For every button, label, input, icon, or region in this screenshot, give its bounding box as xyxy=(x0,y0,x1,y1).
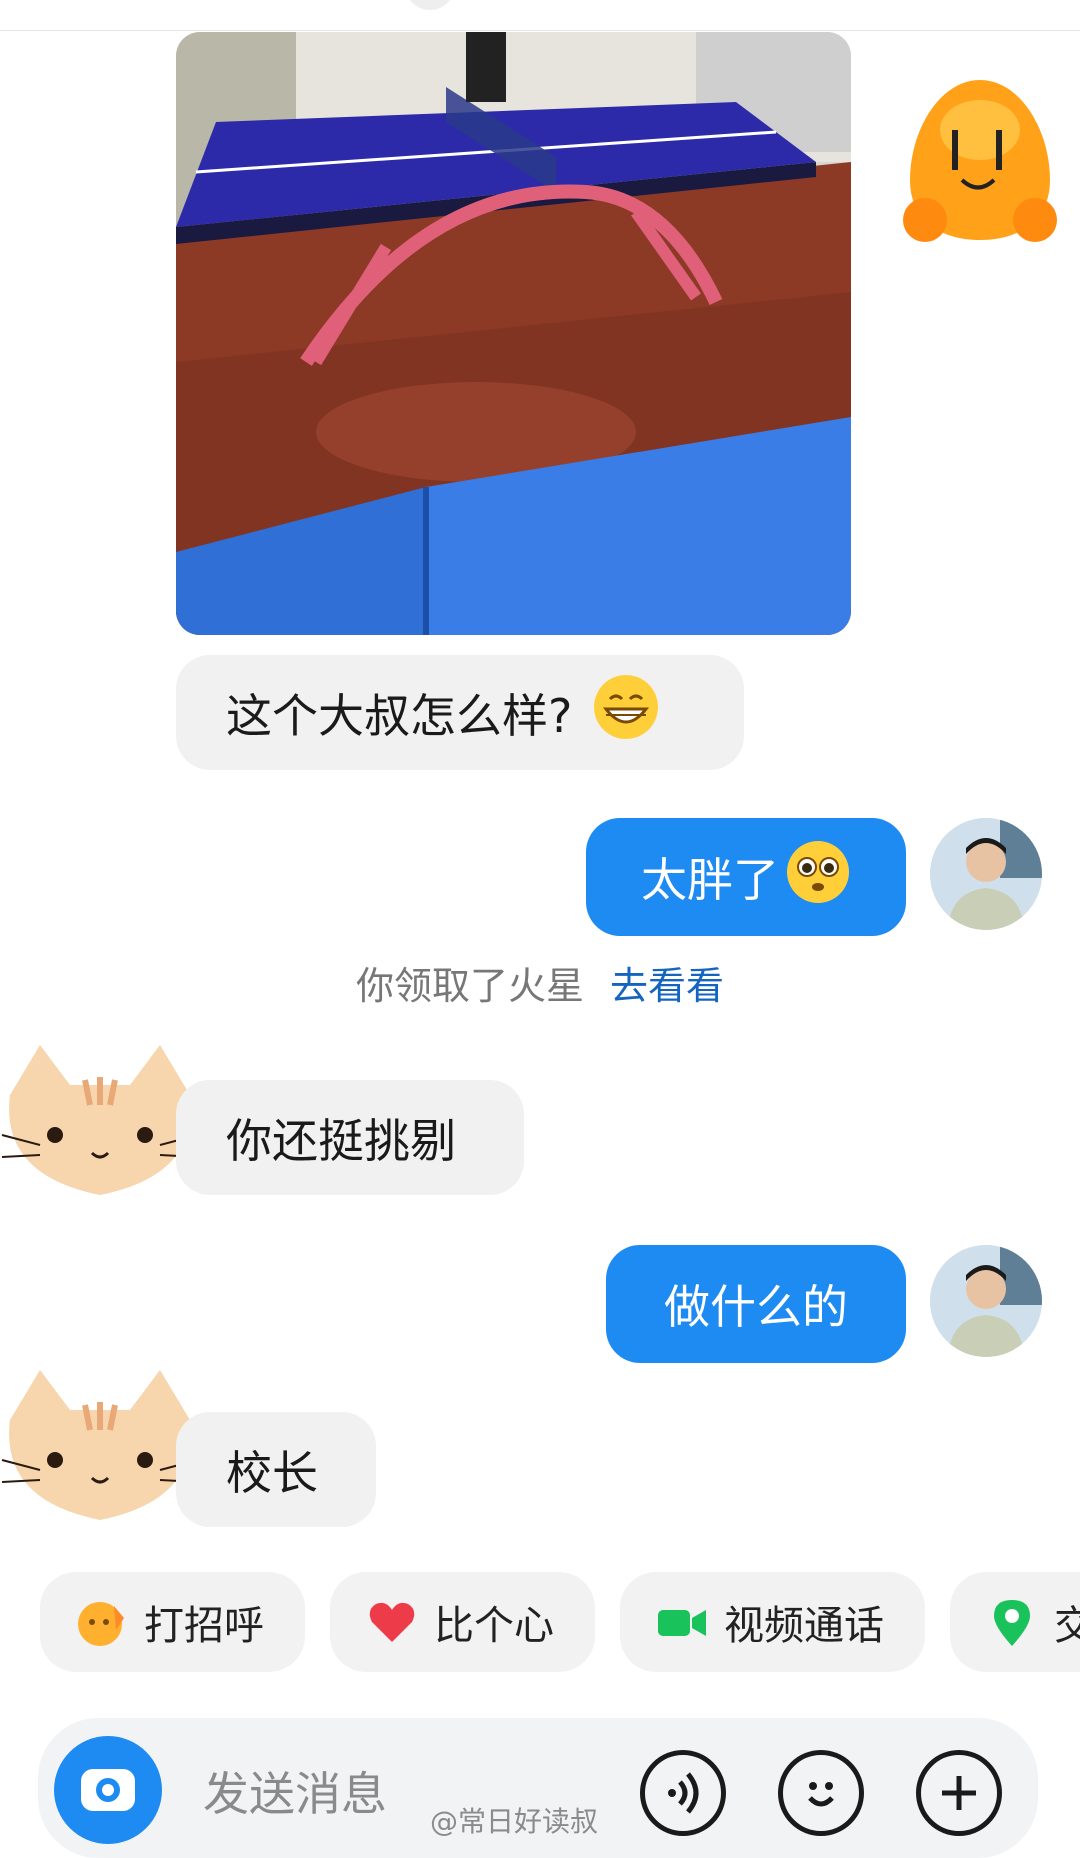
smiley-face-icon xyxy=(808,1782,834,1807)
quick-action-wave[interactable]: 打招呼 xyxy=(40,1572,305,1672)
message-text: 你还挺挑剔 xyxy=(226,1113,456,1168)
quick-actions-bar: 打招呼 比个心 视频通话 交 xyxy=(0,1572,1080,1672)
video-camera-icon xyxy=(656,1596,708,1648)
message-bubble-incoming-5[interactable]: 校长 xyxy=(176,1412,376,1527)
quick-action-label: 打招呼 xyxy=(144,1603,264,1649)
voice-wave-icon xyxy=(668,1772,699,1814)
user-avatar[interactable] xyxy=(930,818,1042,930)
cat-avatar-1[interactable] xyxy=(0,1035,200,1205)
quick-action-location[interactable]: 交 xyxy=(950,1572,1080,1672)
message-bubble-outgoing-4[interactable]: 做什么的 xyxy=(606,1245,906,1363)
system-notice-text: 你领取了火星 xyxy=(355,964,584,1008)
camera-button[interactable] xyxy=(54,1736,162,1844)
message-text: 这个大叔怎么样? xyxy=(226,688,573,743)
pleading-face-icon xyxy=(785,839,851,916)
heart-icon xyxy=(366,1596,418,1648)
message-text: 太胖了 xyxy=(641,853,779,907)
message-text: 做什么的 xyxy=(664,1280,848,1334)
user-avatar[interactable] xyxy=(930,1245,1042,1357)
person-avatar-icon xyxy=(930,818,1042,930)
emoji-button[interactable] xyxy=(778,1750,864,1836)
message-bubble-incoming-3[interactable]: 你还挺挑剔 xyxy=(176,1080,524,1195)
message-bubble-outgoing-2[interactable]: 太胖了 xyxy=(586,818,906,936)
mascot-sticker xyxy=(900,70,1060,250)
quick-action-label: 比个心 xyxy=(434,1603,554,1649)
cat-avatar-2[interactable] xyxy=(0,1360,200,1530)
message-bubble-incoming-1[interactable]: 这个大叔怎么样? xyxy=(176,655,744,770)
shared-photo-table-tennis[interactable] xyxy=(176,32,851,635)
message-input[interactable]: 发送消息 xyxy=(203,1758,387,1824)
watermark: @常日好读叔 xyxy=(430,1805,599,1838)
person-avatar-icon xyxy=(930,1245,1042,1357)
system-notice: 你领取了火星 去看看 xyxy=(0,955,1080,1010)
wave-hand-icon xyxy=(76,1596,128,1648)
add-button[interactable] xyxy=(916,1750,1002,1836)
cat-face-icon xyxy=(1,1370,199,1520)
camera-icon xyxy=(81,1769,135,1811)
location-pin-icon xyxy=(986,1596,1038,1648)
system-notice-link[interactable]: 去看看 xyxy=(610,964,724,1008)
top-handle xyxy=(405,0,455,10)
grinning-face-icon xyxy=(592,673,660,752)
top-bar xyxy=(0,0,1080,31)
quick-action-label: 视频通话 xyxy=(724,1603,884,1649)
table-tennis-photo-illustration xyxy=(176,32,851,635)
orange-blob-mascot-icon xyxy=(903,80,1057,242)
cat-face-icon xyxy=(1,1045,199,1195)
plus-icon xyxy=(942,1776,976,1810)
quick-action-label: 交 xyxy=(1054,1603,1080,1649)
message-text: 校长 xyxy=(226,1445,318,1500)
voice-button[interactable] xyxy=(640,1750,726,1836)
quick-action-heart[interactable]: 比个心 xyxy=(330,1572,595,1672)
quick-action-video-call[interactable]: 视频通话 xyxy=(620,1572,925,1672)
